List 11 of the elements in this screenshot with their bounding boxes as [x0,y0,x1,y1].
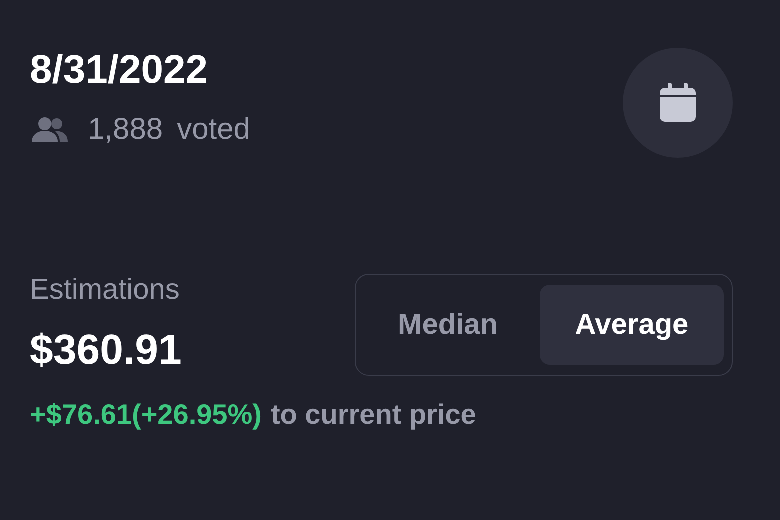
date-title: 8/31/2022 [30,47,208,94]
toggle-option[interactable]: Median [356,285,540,365]
voter-count: 1,888 [88,113,164,147]
voted-label: voted [177,113,250,147]
change-note: to current price [270,398,476,432]
calendar-icon [659,83,697,123]
estimation-value: $360.91 [30,325,182,375]
price-change: +$76.61(+26.95%) [30,398,262,432]
users-icon [30,116,70,144]
toggle-option[interactable]: Average [540,285,724,365]
estimations-label: Estimations [30,273,180,308]
